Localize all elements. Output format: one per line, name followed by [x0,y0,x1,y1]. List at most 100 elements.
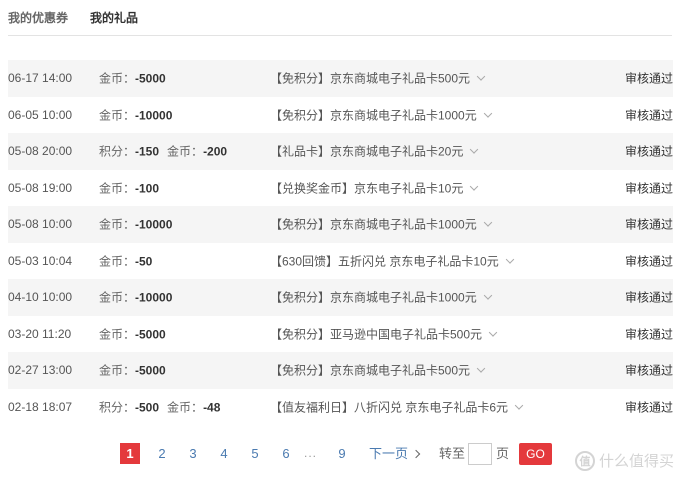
chevron-down-icon [514,401,524,410]
gift-item-name: 【免积分】京东商城电子礼品卡1000元 [270,108,477,123]
record-time: 05-03 10:04 [8,253,73,268]
page-unit-label: 页 [496,446,510,461]
gift-item-toggle[interactable]: 【礼品卡】京东商城电子礼品卡20元 [270,143,479,160]
record-cost: 金币：-5000 [99,325,166,342]
record-time: 06-05 10:00 [8,107,73,122]
record-status: 审核通过 [624,327,673,342]
page-number-input[interactable] [468,443,492,465]
record-status: 审核通过 [624,363,673,378]
chevron-down-icon [470,182,479,191]
record-time: 05-08 10:00 [8,217,73,232]
gift-record-list: 06-17 14:00 金币：-5000 【免积分】京东商城电子礼品卡500元 审核通… [8,60,673,425]
gold-value: -100 [135,181,160,196]
gift-record-row: 05-08 20:00 积分：-150 金币：-200 【礼品卡】京东商城电子礼品卡2… [8,133,673,170]
record-status: 审核通过 [624,181,673,196]
points-label: 积分： [99,144,136,159]
gift-item-name: 【630回馈】五折闪兑 京东电子礼品卡10元 [270,254,499,269]
record-cost: 金币：-5000 [99,70,166,87]
page-5-button[interactable]: 5 [248,443,262,464]
gift-item-name: 【兑换奖金币】京东电子礼品卡10元 [270,181,464,196]
gold-value: -10000 [135,108,173,123]
points-label: 积分： [99,400,136,415]
gold-value: -200 [203,144,228,159]
gold-label: 金币： [167,144,204,159]
page-6-button[interactable]: 6 [279,443,293,464]
gold-value: -50 [135,254,153,269]
gold-label: 金币： [99,254,136,269]
tab-my-coupons[interactable]: 我的优惠券 [8,9,68,26]
page-1-button[interactable]: 1 [120,443,140,464]
record-cost: 积分：-500 金币：-48 [99,398,220,415]
page-2-button[interactable]: 2 [155,443,169,464]
gift-item-toggle[interactable]: 【免积分】京东商城电子礼品卡500元 [270,362,486,379]
chevron-down-icon [488,328,498,337]
page-9-button[interactable]: 9 [335,443,349,464]
gift-item-name: 【礼品卡】京东商城电子礼品卡20元 [270,144,464,159]
page-ellipsis: ... [304,446,318,460]
chevron-down-icon [505,255,514,264]
record-cost: 金币：-5000 [99,362,166,379]
chevron-down-icon [476,72,486,81]
gift-record-row: 03-20 11:20 金币：-5000 【免积分】亚马逊中国电子礼品卡500元 审核… [8,316,673,353]
chevron-down-icon [483,291,492,300]
gift-item-toggle[interactable]: 【值友福利日】八折闪兑 京东电子礼品卡6元 [270,398,524,415]
record-status: 审核通过 [624,290,673,305]
record-cost: 金币：-50 [99,252,152,269]
record-cost: 积分：-150 金币：-200 [99,143,227,160]
smzdm-logo-icon: 值 [574,450,595,471]
gift-item-name: 【值友福利日】八折闪兑 京东电子礼品卡6元 [270,400,509,415]
points-value: -500 [135,400,160,415]
record-cost: 金币：-100 [99,179,159,196]
gold-label: 金币： [99,363,136,378]
watermark: 值 什么值得买 [574,450,674,471]
gift-record-row: 06-17 14:00 金币：-5000 【免积分】京东商城电子礼品卡500元 审核通… [8,60,673,97]
record-time: 05-08 20:00 [8,144,73,159]
watermark-text: 什么值得买 [598,453,674,470]
gift-item-toggle[interactable]: 【免积分】京东商城电子礼品卡1000元 [270,216,492,233]
next-page-label: 下一页 [369,446,409,461]
gold-value: -10000 [135,290,173,305]
go-button[interactable]: GO [519,443,552,465]
record-cost: 金币：-10000 [99,289,172,306]
gift-item-name: 【免积分】京东商城电子礼品卡500元 [270,363,471,378]
record-time: 02-27 13:00 [8,363,73,378]
next-page-link[interactable]: 下一页 [369,443,421,464]
gift-item-toggle[interactable]: 【免积分】亚马逊中国电子礼品卡500元 [270,325,498,342]
gift-item-name: 【免积分】京东商城电子礼品卡1000元 [270,217,477,232]
gold-label: 金币： [99,290,136,305]
record-status: 审核通过 [624,108,673,123]
gift-record-row: 06-05 10:00 金币：-10000 【免积分】京东商城电子礼品卡1000元 审… [8,97,673,134]
record-time: 04-10 10:00 [8,290,73,305]
record-status: 审核通过 [624,144,673,159]
tab-my-gifts[interactable]: 我的礼品 [90,9,138,26]
gold-value: -5000 [135,363,166,378]
chevron-down-icon [476,364,486,373]
gold-value: -5000 [135,327,166,342]
record-time: 05-08 19:00 [8,180,73,195]
gift-item-toggle[interactable]: 【免积分】京东商城电子礼品卡1000元 [270,106,492,123]
gift-item-toggle[interactable]: 【免积分】京东商城电子礼品卡1000元 [270,289,492,306]
page-3-button[interactable]: 3 [186,443,200,464]
tab-bar: 我的优惠券 我的礼品 [8,0,672,36]
goto-label: 转至 [439,446,466,461]
chevron-down-icon [470,145,479,154]
gold-value: -48 [203,400,221,415]
record-time: 06-17 14:00 [8,71,73,86]
gold-label: 金币： [99,327,136,342]
page-4-button[interactable]: 4 [217,443,231,464]
gift-record-row: 05-08 10:00 金币：-10000 【免积分】京东商城电子礼品卡1000元 审… [8,206,673,243]
gift-item-toggle[interactable]: 【兑换奖金币】京东电子礼品卡10元 [270,179,479,196]
record-time: 03-20 11:20 [8,326,72,341]
record-cost: 金币：-10000 [99,216,172,233]
gift-record-row: 05-08 19:00 金币：-100 【兑换奖金币】京东电子礼品卡10元 审核通过 [8,170,673,207]
record-status: 审核通过 [624,217,673,232]
chevron-down-icon [483,218,492,227]
gift-record-row: 04-10 10:00 金币：-10000 【免积分】京东商城电子礼品卡1000元 审… [8,279,673,316]
record-status: 审核通过 [624,71,673,86]
gold-label: 金币： [167,400,204,415]
gift-record-row: 02-18 18:07 积分：-500 金币：-48 【值友福利日】八折闪兑 京东电子… [8,389,673,426]
gold-label: 金币： [99,71,136,86]
gift-item-name: 【免积分】京东商城电子礼品卡1000元 [270,290,477,305]
gift-item-toggle[interactable]: 【免积分】京东商城电子礼品卡500元 [270,70,486,87]
gift-item-toggle[interactable]: 【630回馈】五折闪兑 京东电子礼品卡10元 [270,252,514,269]
